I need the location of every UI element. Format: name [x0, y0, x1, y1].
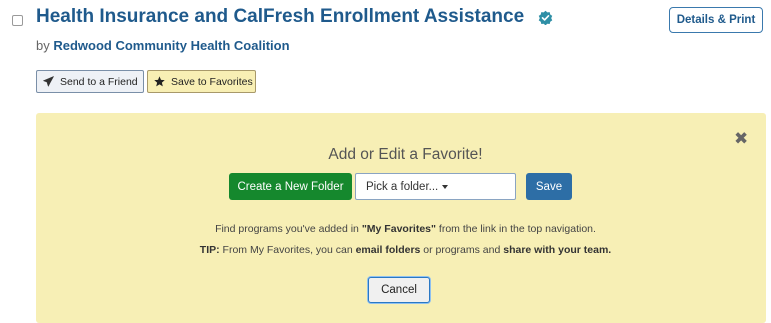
details-print-button[interactable]: Details & Print	[669, 7, 763, 33]
tip-bold-share: share with your team.	[503, 244, 612, 256]
favorites-panel: ✖ Add or Edit a Favorite! Create a New F…	[36, 113, 766, 323]
info1-highlight: "My Favorites"	[361, 223, 436, 235]
tip-bold-email: email folders	[355, 244, 421, 256]
send-to-friend-button[interactable]: Send to a Friend	[36, 70, 144, 93]
byline-prefix: by	[36, 38, 50, 53]
send-to-friend-label: Send to a Friend	[60, 75, 138, 88]
cancel-button[interactable]: Cancel	[368, 277, 430, 303]
tip-text-1: From My Favorites, you can	[219, 244, 356, 256]
verified-badge-icon	[538, 10, 553, 25]
info-line-favorites: Find programs you've added in "My Favori…	[36, 223, 771, 235]
create-new-folder-button[interactable]: Create a New Folder	[229, 173, 352, 200]
select-checkbox[interactable]	[12, 15, 23, 26]
close-icon[interactable]: ✖	[734, 130, 748, 147]
program-title[interactable]: Health Insurance and CalFresh Enrollment…	[36, 6, 553, 28]
folder-select[interactable]: Pick a folder...	[355, 173, 516, 200]
folder-select-value: Pick a folder...	[366, 180, 439, 193]
organization-link[interactable]: Redwood Community Health Coalition	[53, 38, 289, 53]
save-to-favorites-button[interactable]: Save to Favorites	[147, 70, 256, 93]
star-icon	[154, 76, 165, 87]
program-title-text[interactable]: Health Insurance and CalFresh Enrollment…	[36, 6, 524, 28]
save-to-favorites-label: Save to Favorites	[171, 75, 253, 88]
paper-plane-icon	[43, 76, 54, 87]
info-line-tip: TIP: From My Favorites, you can email fo…	[36, 244, 771, 256]
tip-label: TIP:	[199, 244, 220, 256]
tip-text-2: or programs and	[420, 244, 504, 256]
info1-text-after: from the link in the top navigation.	[435, 223, 596, 235]
chevron-down-icon	[442, 184, 449, 189]
info1-text-before: Find programs you've added in	[215, 223, 362, 235]
save-favorite-button[interactable]: Save	[526, 173, 572, 200]
panel-heading: Add or Edit a Favorite!	[328, 146, 483, 163]
byline: by Redwood Community Health Coalition	[36, 38, 290, 53]
